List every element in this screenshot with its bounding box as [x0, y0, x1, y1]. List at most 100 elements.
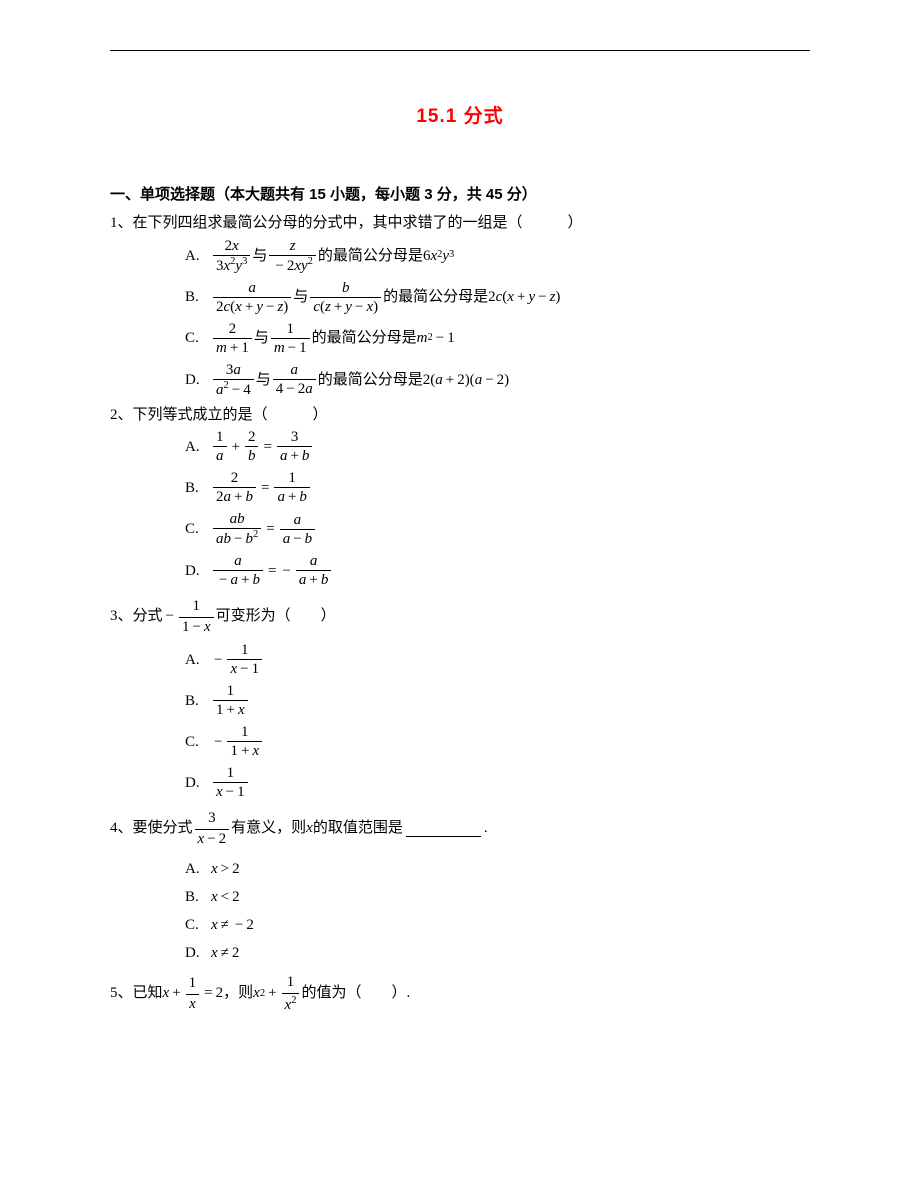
fraction: aa−b: [280, 511, 315, 548]
fraction: aa+b: [296, 552, 331, 589]
q5-stem-pre: 5、已知: [110, 984, 163, 1004]
fraction: 3a+b: [277, 428, 312, 465]
fraction: 1a: [213, 428, 227, 465]
page: 15.1 分式 一、单项选择题（本大题共有 15 小题，每小题 3 分，共 45…: [0, 0, 920, 1062]
choice-label: C.: [185, 520, 211, 538]
choice-label: B.: [185, 888, 211, 906]
q2-stem-text: 2、下列等式成立的是（ ）: [110, 406, 328, 426]
fraction: 1x2: [282, 973, 300, 1015]
math: x: [253, 984, 260, 1004]
question-1: 1、在下列四组求最简公分母的分式中，其中求错了的一组是（ ） A. 2x 3x2…: [110, 214, 810, 400]
q4-choice-D: D. x≠2: [185, 944, 810, 962]
choice-label: D.: [185, 774, 211, 792]
text: 与: [293, 288, 308, 306]
math: ): [555, 288, 560, 306]
q4-stem-post: 的取值范围是: [313, 819, 403, 839]
math: −: [279, 562, 293, 580]
math: x: [211, 916, 218, 934]
q5-stem: 5、已知 x+ 1x =2 ，则 x2+ 1x2 的值为（ ）.: [110, 972, 810, 1016]
q4-stem-mid: 有意义，则: [231, 819, 306, 839]
q1-stem-text: 1、在下列四组求最简公分母的分式中，其中求错了的一组是（: [110, 214, 523, 234]
text: 的最简公分母是: [383, 288, 488, 306]
q4-choices: A. x>2 B. x<2 C. x≠−2 D. x≠2: [185, 860, 810, 962]
q1-choice-A: A. 2x 3x2y3 与 z −2xy2 的最简公分母是 6x2y3: [185, 236, 810, 276]
q2-choice-C: C. abab−b2 = aa−b: [185, 509, 810, 549]
q4-choice-B: B. x<2: [185, 888, 810, 906]
q4-choice-C: C. x≠−2: [185, 916, 810, 934]
choice-label: C.: [185, 329, 211, 347]
fraction: a−a+b: [213, 552, 263, 589]
q3-choice-D: D. 1x−1: [185, 763, 810, 802]
section-heading: 一、单项选择题（本大题共有 15 小题，每小题 3 分，共 45 分）: [110, 183, 810, 204]
q3-choice-A: A. − 1x−1: [185, 640, 810, 679]
question-2: 2、下列等式成立的是（ ） A. 1a + 2b = 3a+b B. 22a+b…: [110, 406, 810, 591]
math: <: [218, 888, 232, 906]
choice-label: B.: [185, 479, 211, 497]
math: x: [211, 944, 218, 962]
q3-stem-post: 可变形为（ ）: [216, 607, 336, 627]
math: =: [263, 520, 277, 538]
q2-choices: A. 1a + 2b = 3a+b B. 22a+b = 1a+b C. aba…: [185, 427, 810, 590]
q1-choice-B: B. a 2c(x+y−z) 与 b c(z+y−x) 的最简公分母是 2c(x…: [185, 278, 810, 317]
fraction: 1x−1: [213, 764, 248, 801]
fraction: 11−x: [179, 597, 214, 637]
math: −: [433, 329, 447, 347]
question-5: 5、已知 x+ 1x =2 ，则 x2+ 1x2 的值为（ ）.: [110, 972, 810, 1016]
math: +: [229, 438, 243, 456]
q1-choice-C: C. 2 m+1 与 1 m−1 的最简公分母是 m2−1: [185, 319, 810, 358]
math: 2: [246, 916, 254, 934]
math: x: [163, 984, 170, 1004]
q3-choice-B: B. 11+x: [185, 681, 810, 720]
text: 与: [256, 371, 271, 389]
math: 2: [232, 888, 240, 906]
choice-label: D.: [185, 371, 211, 389]
fraction: 11+x: [227, 723, 262, 760]
math: −: [211, 651, 225, 669]
fraction: 22a+b: [213, 469, 256, 506]
fraction: 1x: [186, 974, 200, 1014]
q1-choice-D: D. 3a a2−4 与 a 4−2a 的最简公分母是 2(a+2)(a−2): [185, 360, 810, 400]
math: −: [163, 607, 177, 627]
math: 2: [488, 288, 496, 306]
choice-label: A.: [185, 247, 211, 265]
q3-choice-C: C. − 11+x: [185, 722, 810, 761]
math: =: [265, 562, 279, 580]
fraction: z −2xy2: [269, 237, 316, 275]
math: =: [260, 438, 274, 456]
text: 与: [252, 247, 267, 265]
math: +: [514, 288, 528, 306]
text: 与: [254, 329, 269, 347]
fraction: b c(z+y−x): [310, 279, 381, 316]
math: −: [482, 371, 496, 389]
choice-label: B.: [185, 692, 211, 710]
q3-stem-pre: 3、分式: [110, 607, 163, 627]
choice-label: D.: [185, 944, 211, 962]
choice-label: A.: [185, 860, 211, 878]
q2-stem: 2、下列等式成立的是（ ）: [110, 406, 810, 426]
q4-stem-end: .: [484, 819, 488, 839]
q2-choice-B: B. 22a+b = 1a+b: [185, 468, 810, 507]
q1-choices: A. 2x 3x2y3 与 z −2xy2 的最简公分母是 6x2y3 B. a…: [185, 236, 810, 400]
math: 2)(: [457, 371, 475, 389]
math: x: [211, 860, 218, 878]
question-4: 4、要使分式 3x−2 有意义，则 x 的取值范围是 . A. x>2 B. x…: [110, 808, 810, 962]
math: −: [232, 916, 246, 934]
math: =: [201, 984, 215, 1004]
q4-choice-A: A. x>2: [185, 860, 810, 878]
math: a: [435, 371, 443, 389]
math: m: [417, 329, 428, 347]
q5-stem-post: 的值为（ ）.: [301, 984, 410, 1004]
math: y: [528, 288, 535, 306]
fraction: 2b: [245, 428, 259, 465]
q4-stem: 4、要使分式 3x−2 有意义，则 x 的取值范围是 .: [110, 808, 810, 850]
math: −: [535, 288, 549, 306]
math: ≠: [218, 944, 232, 962]
math: 2): [497, 371, 510, 389]
math: a: [475, 371, 483, 389]
fraction: a 4−2a: [273, 361, 316, 398]
fraction: 1a+b: [274, 469, 309, 506]
math: x: [430, 247, 437, 265]
math: ≠: [218, 916, 232, 934]
math: 2: [232, 860, 240, 878]
choice-label: D.: [185, 562, 211, 580]
